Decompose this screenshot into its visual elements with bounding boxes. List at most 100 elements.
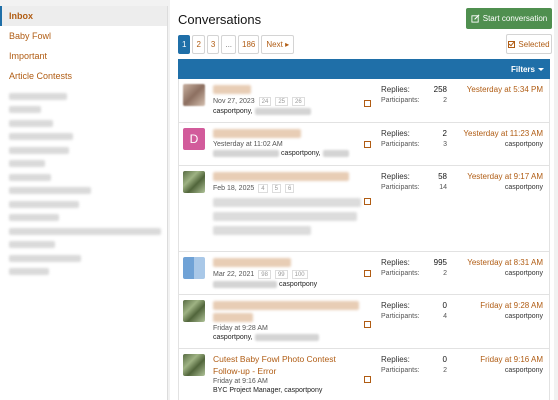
- filters-button[interactable]: Filters: [511, 65, 544, 74]
- avatar[interactable]: D: [183, 128, 205, 150]
- sidebar-item-redacted[interactable]: [9, 146, 69, 154]
- participant-name[interactable]: BYC Project Manager, casportpony: [213, 387, 322, 394]
- participant-name-redacted[interactable]: [254, 108, 311, 115]
- participant-name-redacted[interactable]: [254, 334, 319, 341]
- avatar[interactable]: [183, 171, 205, 193]
- sidebar-item-redacted[interactable]: [9, 268, 49, 275]
- replies-count: 58: [438, 172, 447, 181]
- conversation-title-redacted[interactable]: [213, 129, 301, 138]
- participants-count: 2: [443, 97, 447, 104]
- participant-name[interactable]: casportpony,: [213, 334, 253, 341]
- mini-page-link[interactable]: 26: [292, 97, 305, 106]
- row-checkbox[interactable]: [364, 100, 371, 107]
- page-scrollbar[interactable]: [554, 0, 558, 400]
- participants-label: Participants:: [381, 313, 420, 320]
- participant-name[interactable]: casportpony,: [281, 150, 321, 157]
- participant-name-redacted[interactable]: [322, 150, 349, 157]
- last-message-user[interactable]: casportpony: [480, 367, 543, 374]
- last-message-time[interactable]: Yesterday at 5:34 PM: [467, 85, 543, 94]
- sidebar-item-redacted[interactable]: [9, 133, 73, 140]
- conversation-title-redacted[interactable]: [213, 258, 291, 267]
- conversation-title-redacted[interactable]: [213, 301, 359, 310]
- selected-button[interactable]: Selected: [506, 34, 552, 54]
- row-checkbox[interactable]: [364, 376, 371, 383]
- participants-count: 14: [439, 184, 447, 191]
- last-message-user[interactable]: casportpony: [463, 141, 543, 148]
- last-message-time[interactable]: Yesterday at 9:17 AM: [467, 172, 543, 181]
- sidebar-item-redacted[interactable]: [9, 200, 79, 208]
- participant-name-redacted[interactable]: [213, 150, 279, 157]
- page-ellipsis[interactable]: ...: [221, 35, 237, 54]
- page-1[interactable]: 1: [178, 35, 191, 54]
- chevron-right-icon: ▸: [285, 40, 290, 49]
- conversation-row[interactable]: Feb 18, 2025 4 5 6 Replies: 58 Participan…: [179, 166, 549, 252]
- sidebar-item-redacted[interactable]: [9, 187, 91, 194]
- sidebar-item-redacted[interactable]: [9, 227, 161, 235]
- conversation-title[interactable]: Cutest Baby Fowl Photo Contest Follow-up…: [213, 353, 361, 377]
- replies-count: 0: [442, 355, 447, 364]
- filters-label: Filters: [510, 65, 535, 74]
- last-message-time[interactable]: Yesterday at 11:23 AM: [463, 129, 543, 138]
- page-3[interactable]: 3: [206, 35, 220, 54]
- conversation-title-redacted[interactable]: [213, 85, 251, 94]
- last-message-time[interactable]: Friday at 9:28 AM: [480, 301, 543, 310]
- replies-count: 2: [442, 129, 447, 138]
- conversation-date: Friday at 9:28 AM: [213, 325, 268, 332]
- conversation-title-redacted[interactable]: [213, 172, 349, 181]
- participant-name[interactable]: casportpony,: [213, 108, 253, 115]
- caret-down-icon: [538, 68, 544, 71]
- participants-redacted[interactable]: [213, 198, 361, 207]
- page-2[interactable]: 2: [192, 35, 205, 54]
- conversation-row[interactable]: Cutest Baby Fowl Photo Contest Follow-up…: [179, 349, 549, 400]
- mini-page-link[interactable]: 4: [258, 184, 268, 193]
- conversation-title-redacted[interactable]: [213, 313, 253, 322]
- row-checkbox[interactable]: [364, 321, 371, 328]
- sidebar-item-redacted[interactable]: [9, 106, 41, 113]
- mini-page-link[interactable]: 6: [284, 184, 295, 193]
- last-message-user[interactable]: casportpony: [467, 270, 543, 277]
- row-checkbox[interactable]: [364, 270, 371, 277]
- mini-page-link[interactable]: 100: [291, 270, 308, 279]
- avatar[interactable]: [183, 300, 205, 322]
- avatar[interactable]: [183, 84, 205, 106]
- sidebar-item-article-contests[interactable]: Article Contests: [0, 66, 167, 86]
- mini-page-link[interactable]: 24: [258, 97, 272, 106]
- participants-redacted[interactable]: [213, 212, 357, 221]
- participant-name-redacted[interactable]: [213, 281, 277, 288]
- last-message-user[interactable]: casportpony: [467, 184, 543, 191]
- row-checkbox[interactable]: [364, 141, 371, 148]
- last-message-time[interactable]: Friday at 9:16 AM: [480, 355, 543, 364]
- conversation-row[interactable]: Friday at 9:28 AM casportpony, Replies: 0…: [179, 295, 549, 349]
- mini-page-link[interactable]: 5: [271, 184, 281, 193]
- replies-label: Replies:: [381, 172, 410, 181]
- mini-page-link[interactable]: 25: [275, 97, 289, 106]
- sidebar-item-redacted[interactable]: [9, 119, 53, 127]
- last-message-time[interactable]: Yesterday at 8:31 AM: [467, 258, 543, 267]
- mini-page-link[interactable]: 98: [258, 270, 271, 279]
- row-checkbox[interactable]: [364, 198, 371, 205]
- next-page-button[interactable]: Next ▸: [261, 35, 295, 54]
- participants-redacted[interactable]: [213, 226, 311, 235]
- sidebar-item-important[interactable]: Important: [0, 46, 167, 66]
- participants-label: Participants:: [381, 97, 420, 104]
- avatar[interactable]: [183, 354, 205, 376]
- sidebar-item-redacted[interactable]: [9, 173, 51, 181]
- conversation-row[interactable]: D Yesterday at 11:02 AM casportpony, Rep…: [179, 123, 549, 166]
- conversation-row[interactable]: Nov 27, 2023 24 25 26 casportpony, Repli…: [179, 79, 549, 123]
- start-conversation-button[interactable]: Start conversation: [466, 8, 552, 29]
- sidebar-item-redacted[interactable]: [9, 160, 45, 167]
- page-186[interactable]: 186: [238, 35, 260, 54]
- sidebar-item-inbox[interactable]: Inbox: [0, 6, 167, 26]
- replies-count: 995: [433, 258, 447, 267]
- sidebar-item-baby-fowl[interactable]: Baby Fowl: [0, 26, 167, 46]
- replies-label: Replies:: [381, 85, 410, 94]
- sidebar-item-redacted[interactable]: [9, 214, 59, 221]
- conversation-row[interactable]: Mar 22, 2021 98 99 100 casportpony Repli…: [179, 252, 549, 295]
- last-message-user[interactable]: casportpony: [480, 313, 543, 320]
- participant-name[interactable]: casportpony: [279, 281, 317, 288]
- sidebar-item-redacted[interactable]: [9, 254, 81, 262]
- sidebar-item-redacted[interactable]: [9, 92, 67, 100]
- sidebar-item-redacted[interactable]: [9, 241, 55, 248]
- avatar[interactable]: [183, 257, 205, 279]
- mini-page-link[interactable]: 99: [274, 270, 288, 279]
